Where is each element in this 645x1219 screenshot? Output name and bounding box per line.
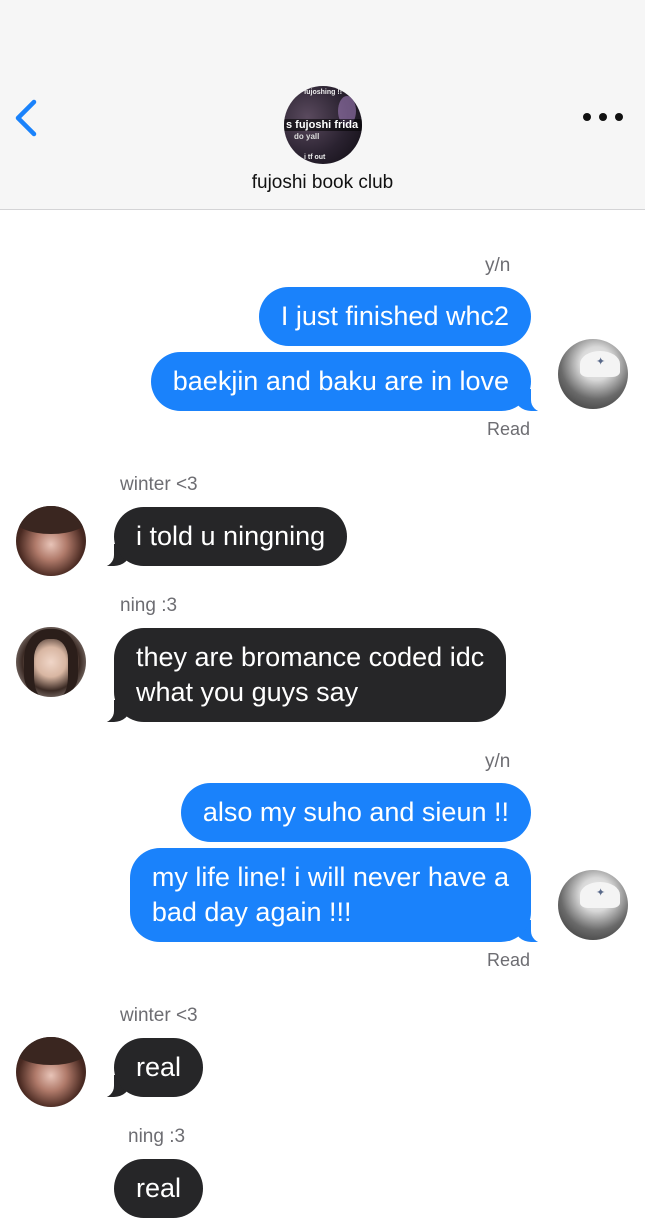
message-bubble[interactable]: I just finished whc2 [258,287,531,346]
sender-name: y/n [485,255,511,276]
message-bubble[interactable]: my life line! i will never have a bad da… [129,848,550,943]
message-line: bad day again !!! [151,897,352,927]
message-bubble[interactable]: they are bromance coded idc what you guy… [95,628,507,723]
group-avatar-caption: do yall [294,132,320,141]
sender-name: y/n [485,751,511,772]
message-text: they are bromance coded idc what you guy… [95,628,507,723]
back-button[interactable] [12,98,42,138]
message-text: also my suho and sieun !! [180,783,531,842]
message-bubble[interactable]: real [114,1159,204,1218]
more-options-button[interactable] [583,103,623,131]
ellipsis-icon [615,113,623,121]
sender-name: ning :3 [120,595,178,616]
group-name[interactable]: fujoshi book club [0,172,645,194]
message-bubble[interactable]: baekjin and baku are in love [150,352,550,412]
message-bubble[interactable]: real [95,1038,204,1098]
ellipsis-icon [599,113,607,121]
avatar[interactable]: ✦ [558,339,628,409]
message-text: my life line! i will never have a bad da… [129,848,550,943]
sender-name: ning :3 [128,1126,186,1147]
message-text: baekjin and baku are in love [150,352,550,412]
message-text: I just finished whc2 [258,287,531,346]
message-line: they are bromance coded idc [136,642,485,672]
message-bubble[interactable]: i told u ningning [95,507,348,567]
chevron-left-icon [15,99,37,137]
message-line: my life line! i will never have a [151,862,509,892]
group-avatar-caption: fujoshing !! [303,89,343,96]
sender-name: winter <3 [120,474,198,495]
ellipsis-icon [583,113,591,121]
message-line: what you guys say [136,677,359,707]
message-text: real [95,1038,204,1098]
message-text: real [114,1159,204,1218]
message-text: i told u ningning [95,507,348,567]
read-receipt: Read [487,950,531,970]
avatar[interactable] [16,627,86,697]
avatar[interactable] [16,1037,86,1107]
group-avatar[interactable]: fujoshing !! s fujoshi frida do yall i t… [284,86,362,164]
group-avatar-caption: s fujoshi frida [284,119,362,131]
sender-name: winter <3 [120,1005,198,1026]
read-receipt: Read [487,419,531,439]
avatar[interactable] [16,506,86,576]
message-bubble[interactable]: also my suho and sieun !! [180,783,531,842]
chat-header: fujoshing !! s fujoshi frida do yall i t… [0,0,645,210]
group-avatar-caption: i tf out [304,154,326,161]
avatar[interactable]: ✦ [558,870,628,940]
